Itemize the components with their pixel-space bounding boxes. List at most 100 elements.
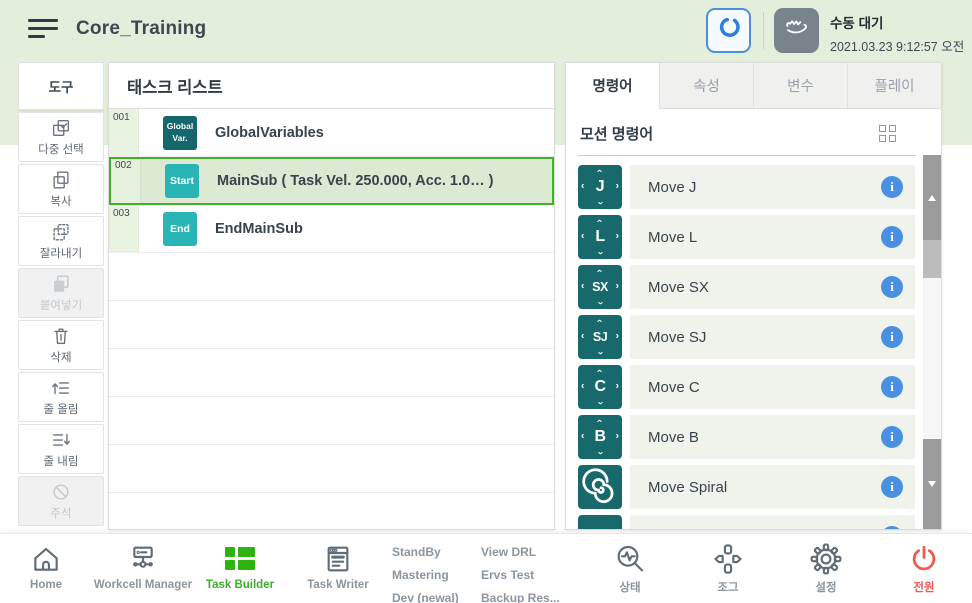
info-icon[interactable]: i — [881, 326, 903, 348]
command-scrollbar[interactable] — [923, 155, 941, 529]
info-icon[interactable]: i — [881, 226, 903, 248]
info-icon[interactable]: i — [881, 476, 903, 498]
gear-icon — [810, 540, 842, 577]
tool-label: 복사 — [50, 193, 71, 209]
robot-arm-icon — [715, 14, 743, 47]
command-label: Move L — [648, 229, 881, 246]
line-up-icon — [50, 377, 72, 399]
command-move-sj[interactable]: ››‹› SJ Move SJ i — [566, 315, 923, 365]
scrollbar-track[interactable] — [923, 278, 941, 439]
command-move-spiral[interactable]: Move Spiral i — [566, 465, 923, 515]
command-move-b[interactable]: ››‹› B Move B i — [566, 415, 923, 465]
row-number: 003 — [109, 205, 139, 252]
command-list: ››‹› J Move J i ››‹› L Move L i — [566, 165, 923, 529]
nav-task-writer[interactable]: Task Writer — [273, 540, 403, 591]
global-var-badge: GlobalVar. — [163, 116, 197, 150]
command-label: Move Spiral — [648, 479, 881, 496]
task-row-empty — [109, 493, 554, 530]
tab-properties[interactable]: 속성 — [659, 63, 753, 109]
grid-view-icon[interactable] — [879, 125, 898, 144]
cut-icon — [50, 221, 72, 243]
toolbox-sidebar: 도구 다중 선택 복사 잘라내기 붙 — [18, 62, 104, 530]
controller-status-column: StandBy Mastering Dev (newal) — [392, 541, 459, 603]
row-number: 002 — [111, 159, 141, 203]
scroll-down-button[interactable] — [923, 439, 941, 529]
robot-mode-button[interactable] — [706, 8, 751, 53]
tab-commands[interactable]: 명령어 — [566, 63, 659, 109]
tool-delete-button[interactable]: 삭제 — [18, 320, 104, 370]
controller-info-column: View DRL Ervs Test Backup Res... — [481, 541, 560, 603]
command-move-l[interactable]: ››‹› L Move L i — [566, 215, 923, 265]
jog-dpad-icon — [712, 540, 744, 577]
task-row-label: MainSub ( Task Vel. 250.000, Acc. 1.0… ) — [217, 173, 493, 189]
command-panel: 명령어 속성 변수 플레이 모션 명령어 ››‹› J Move J i — [565, 62, 942, 530]
command-panel-body: 모션 명령어 ››‹› J Move J i ››‹› — [566, 109, 941, 529]
tool-line-up-button[interactable]: 줄 올림 — [18, 372, 104, 422]
menu-icon[interactable] — [28, 19, 58, 42]
task-list-title: 태스크 리스트 — [109, 63, 554, 109]
tool-line-down-button[interactable]: 줄 내림 — [18, 424, 104, 474]
task-builder-icon — [225, 540, 255, 577]
bottom-navigation-bar: Home Workcell Manager Task Builder — [0, 533, 972, 603]
multi-select-icon — [50, 117, 72, 139]
tool-comment-button: 주석 — [18, 476, 104, 526]
motion-commands-title: 모션 명령어 — [580, 123, 653, 144]
task-row-globalvariables[interactable]: 001 GlobalVar. GlobalVariables — [109, 109, 554, 157]
command-label: Move J — [648, 179, 881, 196]
status-datetime: 2021.03.23 9:12:57 오전 — [830, 36, 964, 55]
robot-status: 수동 대기 2021.03.23 9:12:57 오전 — [830, 12, 964, 55]
info-icon[interactable]: i — [881, 376, 903, 398]
line-down-icon — [50, 429, 72, 451]
command-label: Move SX — [648, 279, 881, 296]
page-title: Core_Training — [76, 18, 206, 40]
tab-play[interactable]: 플레이 — [847, 63, 941, 109]
task-row-mainsub-selected[interactable]: 002 Start MainSub ( Task Vel. 250.000, A… — [109, 157, 554, 205]
task-row-label: GlobalVariables — [215, 125, 324, 141]
tool-label: 삭제 — [50, 349, 71, 365]
tool-label: 주석 — [50, 505, 71, 521]
workcell-manager-icon — [127, 540, 159, 577]
task-row-empty — [109, 349, 554, 397]
info-icon[interactable]: i — [881, 176, 903, 198]
task-row-label: EndMainSub — [215, 221, 303, 237]
tool-cut-button[interactable]: 잘라내기 — [18, 216, 104, 266]
move-sj-icon: ››‹› SJ — [578, 315, 622, 359]
command-move-c[interactable]: ››‹› C Move C i — [566, 365, 923, 415]
info-icon[interactable]: i — [881, 526, 903, 529]
toolbox-title: 도구 — [18, 62, 104, 110]
delete-icon — [50, 325, 72, 347]
paste-icon — [50, 273, 72, 295]
header-divider — [763, 12, 764, 49]
task-row-empty — [109, 397, 554, 445]
tool-label: 잘라내기 — [40, 245, 82, 261]
hand-icon — [782, 13, 812, 48]
nav-power[interactable]: 전원 — [859, 540, 972, 595]
command-label: Move SJ — [648, 329, 881, 346]
copy-icon — [50, 169, 72, 191]
task-row-endmainsub[interactable]: 003 End EndMainSub — [109, 205, 554, 253]
task-row-empty — [109, 301, 554, 349]
tool-multi-select-button[interactable]: 다중 선택 — [18, 112, 104, 162]
move-b-icon: ››‹› B — [578, 415, 622, 459]
tool-paste-button: 붙여넣기 — [18, 268, 104, 318]
tool-label: 줄 내림 — [44, 453, 79, 469]
info-icon[interactable]: i — [881, 276, 903, 298]
scrollbar-thumb[interactable] — [923, 240, 941, 278]
info-icon[interactable]: i — [881, 426, 903, 448]
command-move-j[interactable]: ››‹› J Move J i — [566, 165, 923, 215]
command-row-partial[interactable]: i — [566, 515, 923, 529]
row-number: 001 — [109, 109, 139, 156]
command-label: Move B — [648, 429, 881, 446]
command-move-sx[interactable]: ››‹› SX Move SX i — [566, 265, 923, 315]
status-monitor-icon — [614, 540, 646, 577]
manual-mode-chip — [774, 8, 819, 53]
move-j-icon: ››‹› J — [578, 165, 622, 209]
status-mode-label: 수동 대기 — [830, 12, 964, 32]
move-l-icon: ››‹› L — [578, 215, 622, 259]
move-sx-icon: ››‹› SX — [578, 265, 622, 309]
tab-variables[interactable]: 변수 — [753, 63, 847, 109]
task-writer-icon — [322, 540, 354, 577]
scroll-up-button[interactable] — [923, 155, 941, 240]
home-icon — [30, 540, 62, 577]
tool-copy-button[interactable]: 복사 — [18, 164, 104, 214]
